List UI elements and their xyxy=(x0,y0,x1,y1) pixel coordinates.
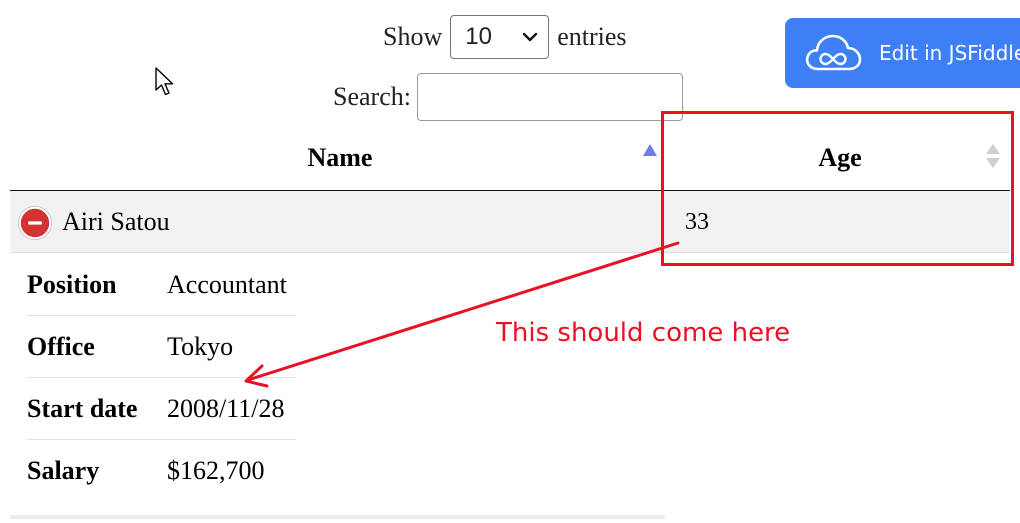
jsfiddle-button-label: Edit in JSFiddle xyxy=(879,41,1020,65)
entries-select[interactable]: 10 xyxy=(450,15,550,59)
entries-length-control: Show 10 entries xyxy=(383,14,627,60)
detail-label: Salary xyxy=(27,456,100,485)
entries-select-value: 10 xyxy=(465,23,492,50)
annotation-highlight-box xyxy=(661,111,1014,266)
search-control: Search: xyxy=(333,73,683,121)
show-label: Show xyxy=(383,22,443,51)
detail-row-position: Position Accountant xyxy=(27,254,296,316)
detail-label: Start date xyxy=(27,393,138,423)
detail-value: $162,700 xyxy=(167,456,265,485)
detail-label: Office xyxy=(27,331,95,361)
search-label: Search: xyxy=(333,82,411,111)
entries-label: entries xyxy=(557,22,627,51)
annotation-text: This should come here xyxy=(496,318,791,348)
mouse-cursor-icon xyxy=(155,67,174,96)
cell-name: Airi Satou xyxy=(62,207,170,236)
detail-row-office: Office Tokyo xyxy=(27,316,296,378)
search-input[interactable] xyxy=(416,73,683,121)
table-bottom-divider xyxy=(10,515,665,519)
detail-label: Position xyxy=(27,269,117,299)
column-header-name[interactable]: Name xyxy=(10,125,670,190)
detail-value: Accountant xyxy=(167,269,287,299)
collapse-row-icon[interactable] xyxy=(18,206,52,240)
chevron-down-icon xyxy=(523,32,538,42)
sort-ascending-icon xyxy=(643,144,657,156)
cloud-infinity-icon xyxy=(805,34,862,71)
detail-value: 2008/11/28 xyxy=(167,393,285,423)
detail-row-start-date: Start date 2008/11/28 xyxy=(27,378,296,440)
detail-row-salary: Salary $162,700 xyxy=(27,440,296,502)
detail-value: Tokyo xyxy=(167,331,234,361)
edit-in-jsfiddle-button[interactable]: Edit in JSFiddle xyxy=(785,18,1020,88)
